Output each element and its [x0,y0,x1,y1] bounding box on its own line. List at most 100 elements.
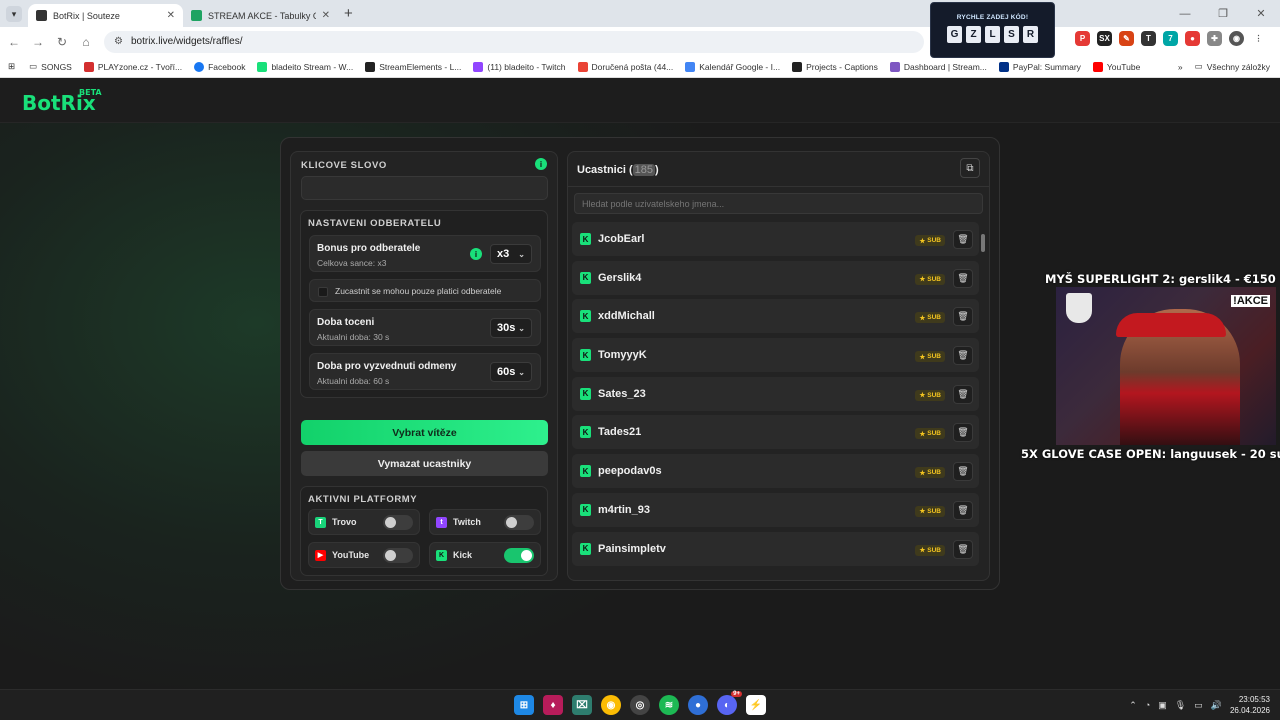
extension-dark-icon[interactable]: T [1141,31,1156,46]
bookmark-streamelements[interactable]: StreamElements - L... [359,61,467,72]
reload-icon[interactable]: ↻ [50,35,74,49]
tab-botrix[interactable]: BotRix | Souteze ✕ [28,4,183,27]
delete-participant-button[interactable]: 🗑 [953,462,973,482]
kick-icon: K [580,310,591,323]
back-icon[interactable]: ← [2,35,26,49]
discord-icon[interactable]: ◐ 9+ [717,691,742,715]
volume-icon[interactable]: 🔊 [1211,700,1222,711]
app-blue-icon[interactable]: ● [688,695,708,715]
bookmark-bladeito-stream[interactable]: bladeito Stream - W... [251,61,359,72]
kick-icon: K [580,271,591,284]
apps-grid-icon[interactable]: ⊞ [0,61,23,72]
tab-title: STREAM AKCE - Tabulky Google [208,10,316,21]
bookmark-label: Projects - Captions [806,61,878,72]
participant-row[interactable]: K TomyyyK ★ SUB 🗑 [572,338,979,373]
bonus-info-icon[interactable]: i [470,248,482,260]
delete-participant-button[interactable]: 🗑 [953,500,973,520]
trovo-toggle[interactable] [383,514,413,530]
claim-select[interactable]: 60s ⌄ [490,362,532,382]
tab-search-button[interactable]: ▾ [6,6,22,22]
bonus-select[interactable]: x3 ⌄ [490,244,532,264]
sub-badge: ★ SUB [915,351,945,363]
streamer-cap-image [1116,313,1226,337]
kick-toggle[interactable] [504,547,534,563]
participants-scrollbar[interactable] [981,222,986,577]
extension-teal-icon[interactable]: 7 [1163,31,1178,46]
tab-stream-akce[interactable]: STREAM AKCE - Tabulky Google ✕ [183,4,338,27]
copy-icon[interactable]: ⧉ [960,158,980,178]
delete-participant-button[interactable]: 🗑 [953,423,973,443]
url-field[interactable]: ⚙ botrix.live/widgets/raffles/ [104,30,924,53]
extension-adblock-icon[interactable]: ● [1185,31,1200,46]
pin-app-icon[interactable]: ♦ [543,695,563,715]
extension-red-icon[interactable]: P [1075,31,1090,46]
terminal-app-icon[interactable]: ⌧ [572,695,592,715]
bookmark-folder-songs[interactable]: ▭ SONGS [23,61,78,72]
minimize-icon[interactable]: — [1166,0,1204,27]
youtube-toggle[interactable] [383,547,413,563]
sub-badge: ★ SUB [915,273,945,285]
delete-participant-button[interactable]: 🗑 [953,307,973,327]
tray-overflow-icon[interactable]: ⌃ [1129,700,1137,711]
participant-row[interactable]: K Sates_23 ★ SUB 🗑 [572,376,979,411]
participant-row[interactable]: KxddMichall ★ SUB 🗑 [572,299,979,334]
botrix-logo[interactable]: BotRix BETA [22,88,102,115]
delete-participant-button[interactable]: 🗑 [953,384,973,404]
star-icon: ★ [919,314,926,322]
spotify-icon[interactable]: ≋ [659,695,679,715]
participant-row[interactable]: K JcobEarl ★ SUB 🗑 [572,222,979,256]
clear-participants-button[interactable]: Vymazat ucastniky [301,451,548,476]
keyword-info-icon[interactable]: i [535,158,547,170]
site-info-icon[interactable]: ⚙ [114,36,123,47]
forward-icon[interactable]: → [26,35,50,49]
windows-start-icon[interactable]: ⊞ [514,695,534,715]
delete-participant-button[interactable]: 🗑 [953,268,973,288]
menu-icon[interactable]: ⋮ [1251,31,1266,46]
bookmark-calendar[interactable]: Kalendář Google - I... [679,61,786,72]
bookmark-paypal[interactable]: PayPal: Summary [993,61,1087,72]
bookmark-captions[interactable]: Projects - Captions [786,61,884,72]
bookmark-streamlabs[interactable]: Dashboard | Stream... [884,61,993,72]
extension-sx-icon[interactable]: SX [1097,31,1112,46]
close-tab-icon[interactable]: ✕ [167,10,175,21]
scrollbar-thumb[interactable] [981,234,985,252]
participant-row[interactable]: K Tades21 ★ SUB 🗑 [572,415,979,450]
participant-row[interactable]: K Painsimpletv ★ SUB 🗑 [572,531,979,566]
delete-participant-button[interactable]: 🗑 [953,539,973,559]
all-bookmarks-folder[interactable]: ▭ Všechny záložky [1189,61,1276,72]
extensions-puzzle-icon[interactable]: ✚ [1207,31,1222,46]
bookmarks-overflow-icon[interactable]: » [1172,62,1189,72]
twitch-toggle[interactable] [504,514,534,530]
profile-avatar[interactable]: ◉ [1229,31,1244,46]
clock[interactable]: 23:05:53 26.04.2026 [1230,694,1270,716]
bookmark-youtube[interactable]: YouTube [1087,61,1146,72]
participant-row[interactable]: Kpeepodav0s ★ SUB 🗑 [572,454,979,489]
display-icon[interactable]: ▭ [1194,700,1203,711]
steam-icon[interactable]: ◔ [1145,700,1150,710]
chrome-icon[interactable]: ◉ [601,695,621,715]
star-icon: ★ [919,392,926,400]
participant-search-input[interactable] [574,193,983,214]
participant-row[interactable]: Km4rtin_93 ★ SUB 🗑 [572,492,979,527]
obs-icon[interactable]: ◎ [630,695,650,715]
subs-only-checkbox[interactable] [318,287,328,297]
keyword-input[interactable] [301,176,548,200]
new-tab-icon[interactable]: + [344,5,353,22]
close-tab-icon[interactable]: ✕ [322,10,330,21]
participant-row[interactable]: K Gerslik4 ★ SUB 🗑 [572,260,979,295]
home-icon[interactable]: ⌂ [74,35,98,49]
pick-winner-button[interactable]: Vybrat vítěze [301,420,548,445]
bookmark-playzone[interactable]: PLAYzone.cz - Tvoří... [78,61,188,72]
spin-select[interactable]: 30s ⌄ [490,318,532,338]
extension-pen-icon[interactable]: ✎ [1119,31,1134,46]
delete-participant-button[interactable]: 🗑 [953,230,973,249]
delete-participant-button[interactable]: 🗑 [953,346,973,366]
close-window-icon[interactable]: ✕ [1242,0,1280,27]
bookmark-facebook[interactable]: Facebook [188,61,251,72]
teams-icon[interactable]: ▣ [1158,700,1167,711]
app-sticky-icon[interactable]: ⚡ [746,695,766,715]
restore-icon[interactable]: ❐ [1204,0,1242,27]
bookmark-twitch[interactable]: (11) bladeito - Twitch [467,61,571,72]
microphone-icon[interactable]: 🎙 [1175,700,1186,711]
bookmark-gmail[interactable]: Doručená pošta (44... [572,61,680,72]
